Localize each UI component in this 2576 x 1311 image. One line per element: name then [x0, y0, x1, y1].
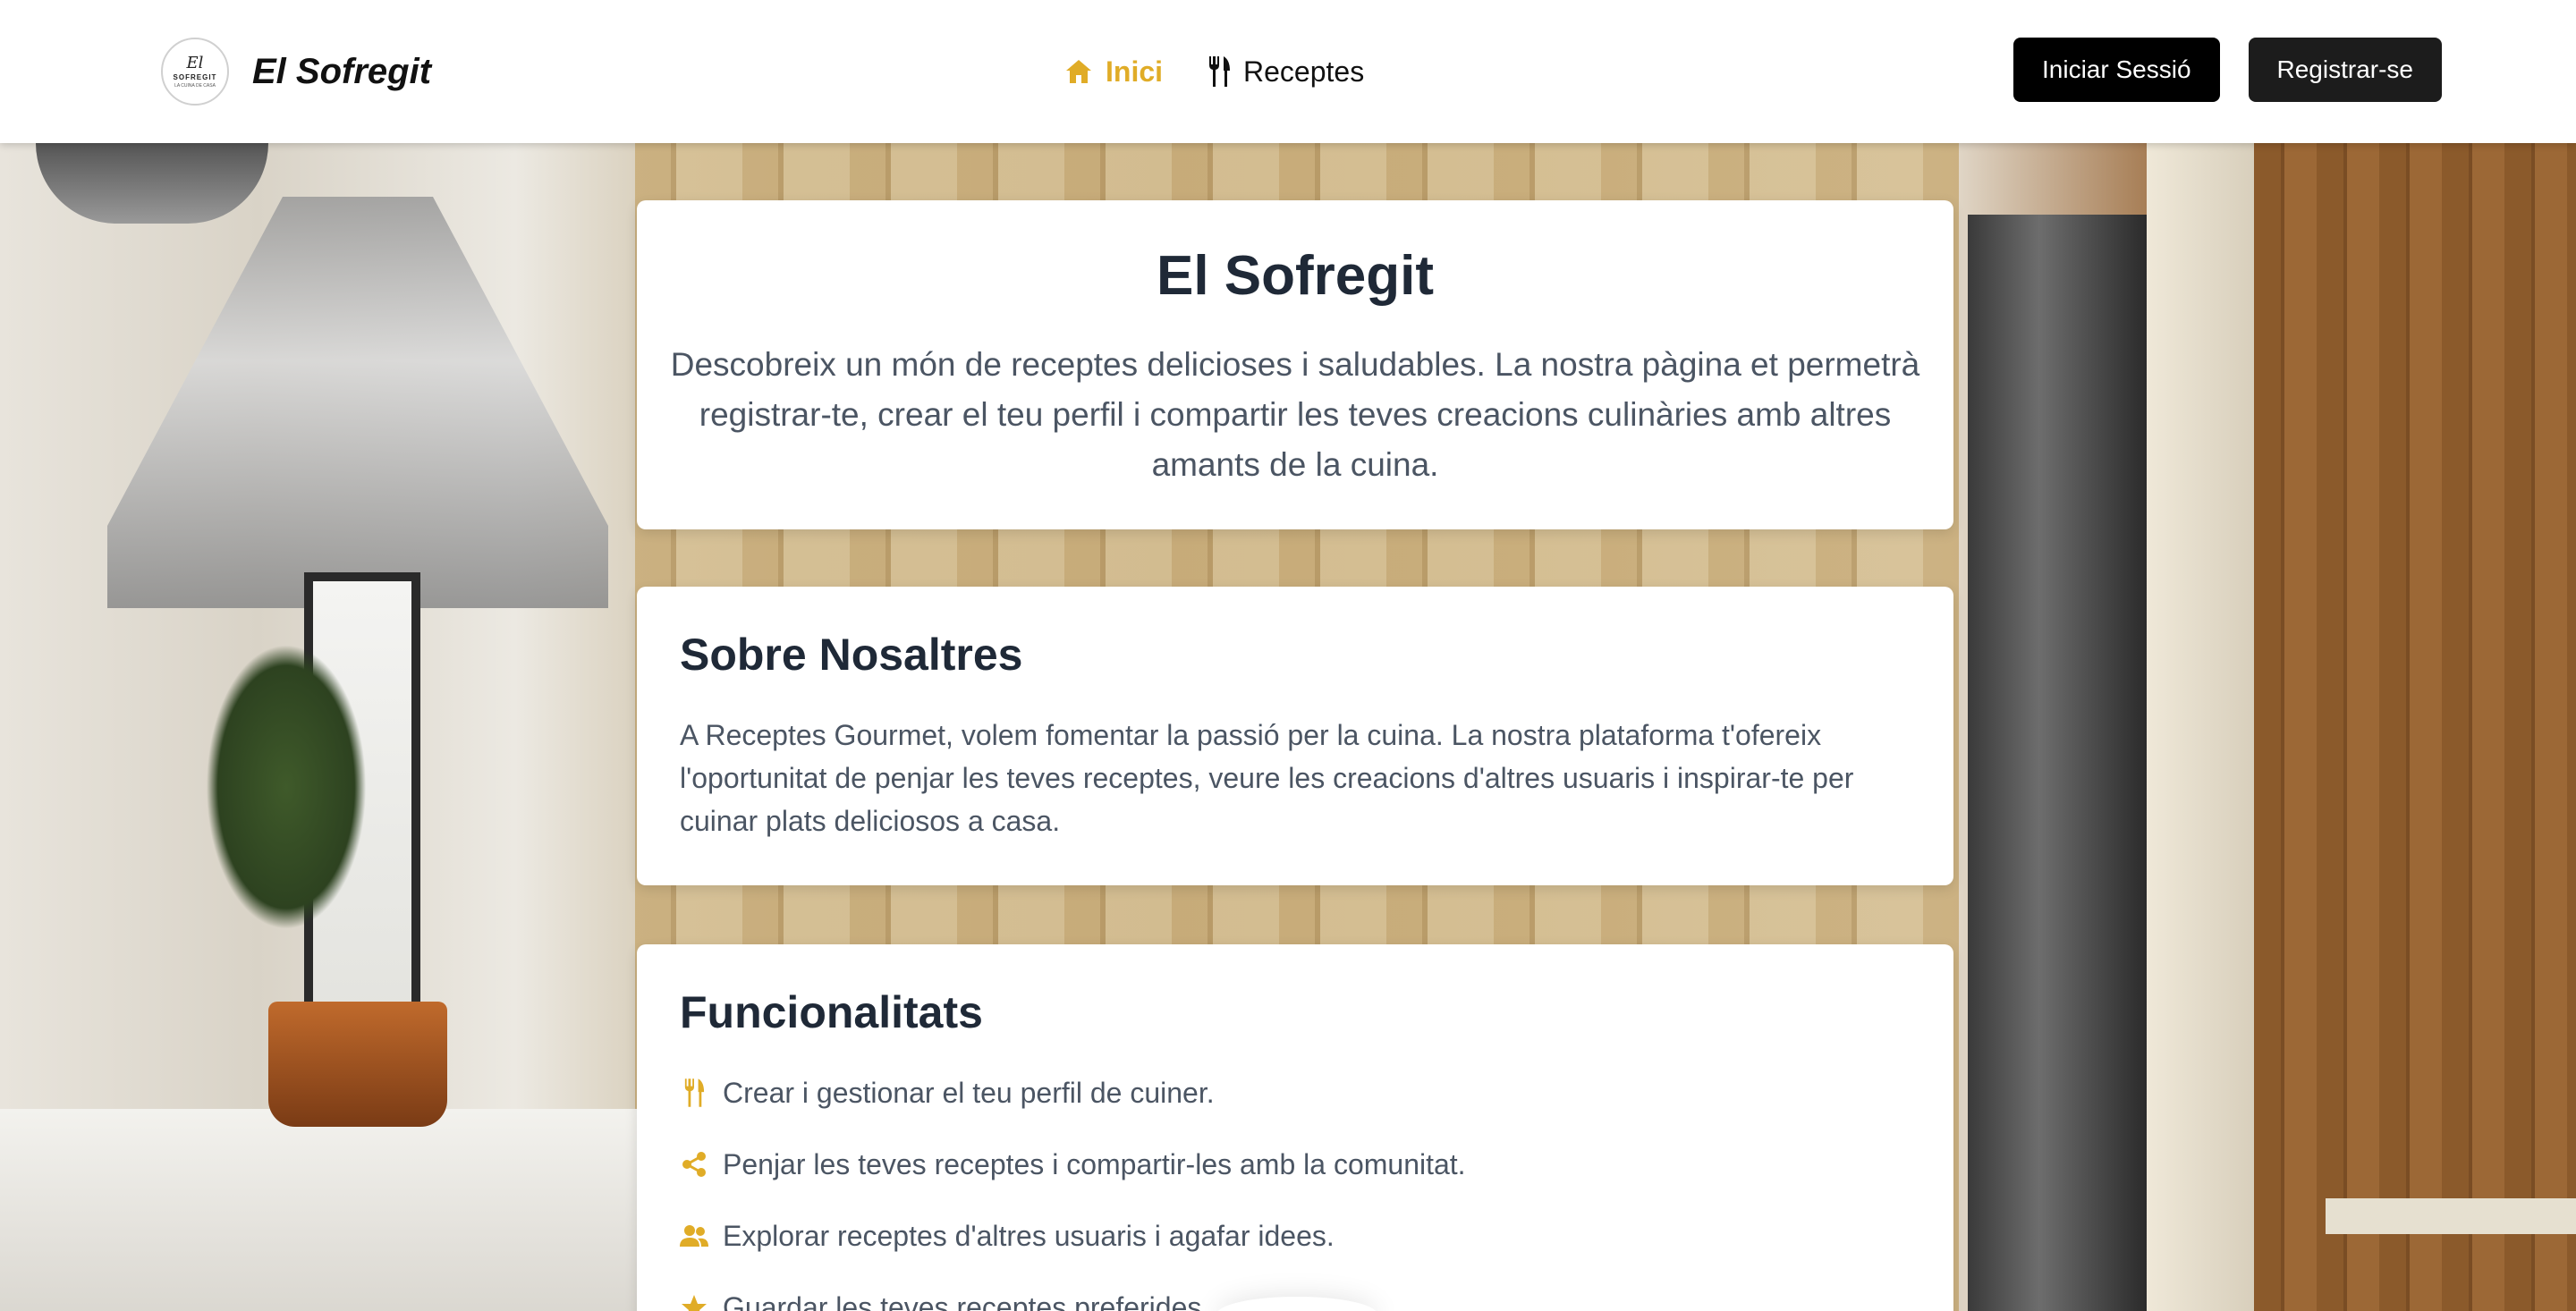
brand-logo: El SOFREGIT LA CUINA DE CASA [161, 38, 229, 106]
utensils-icon [1208, 56, 1231, 87]
about-card: Sobre Nosaltres A Receptes Gourmet, vole… [637, 587, 1953, 885]
background-plant [206, 644, 367, 930]
background-wood-panel [2254, 143, 2576, 1311]
features-list: Crear i gestionar el teu perfil de cuine… [680, 1071, 1911, 1311]
feature-text: Crear i gestionar el teu perfil de cuine… [723, 1076, 1215, 1109]
background-oven [1968, 215, 2147, 1311]
features-title: Funcionalitats [680, 987, 983, 1037]
nav-item-inici[interactable]: Inici [1064, 55, 1163, 89]
share-icon [680, 1150, 708, 1179]
main-nav: Inici Receptes [1064, 36, 1364, 107]
nav-item-receptes[interactable]: Receptes [1208, 55, 1364, 89]
background-counter [0, 1109, 644, 1311]
feature-item: Crear i gestionar el teu perfil de cuine… [680, 1071, 1911, 1114]
utensils-icon [680, 1078, 708, 1107]
login-button[interactable]: Iniciar Sessió [2013, 38, 2220, 102]
background-door [2147, 143, 2254, 1311]
about-title: Sobre Nosaltres [680, 630, 1023, 680]
logo-line-2: SOFREGIT [173, 72, 217, 81]
nav-label-receptes: Receptes [1243, 55, 1365, 88]
features-card: Funcionalitats Crear i gestionar el teu … [637, 944, 1953, 1311]
background-copper-pot [268, 1002, 447, 1127]
logo-line-3: LA CUINA DE CASA [174, 82, 216, 89]
auth-buttons: Iniciar Sessió Registrar-se [2013, 38, 2442, 102]
background-right-shelf [2326, 1198, 2576, 1234]
home-icon [1064, 58, 1093, 85]
hero-card: El Sofregit Descobreix un món de recepte… [637, 200, 1953, 529]
logo-line-1: El [186, 53, 204, 72]
top-navbar: El SOFREGIT LA CUINA DE CASA El Sofregit… [0, 0, 2576, 143]
brand[interactable]: El SOFREGIT LA CUINA DE CASA El Sofregit [161, 36, 431, 107]
background-lamp [36, 143, 268, 224]
feature-item: Penjar les teves receptes i compartir-le… [680, 1143, 1911, 1186]
nav-label-inici: Inici [1106, 55, 1164, 88]
feature-text: Guardar les teves receptes preferides. [723, 1290, 1210, 1311]
about-text: A Receptes Gourmet, volem fomentar la pa… [680, 719, 1854, 837]
feature-item: Explorar receptes d'altres usuaris i aga… [680, 1214, 1911, 1257]
background-range-hood [107, 197, 608, 608]
users-icon [680, 1222, 708, 1250]
feature-text: Penjar les teves receptes i compartir-le… [723, 1147, 1466, 1180]
hero-title: El Sofregit [1156, 245, 1435, 307]
hero-description: Descobreix un món de receptes delicioses… [670, 346, 1920, 483]
register-button[interactable]: Registrar-se [2248, 38, 2442, 102]
feature-text: Explorar receptes d'altres usuaris i aga… [723, 1219, 1335, 1252]
brand-name: El Sofregit [252, 51, 432, 91]
star-icon [680, 1293, 708, 1311]
